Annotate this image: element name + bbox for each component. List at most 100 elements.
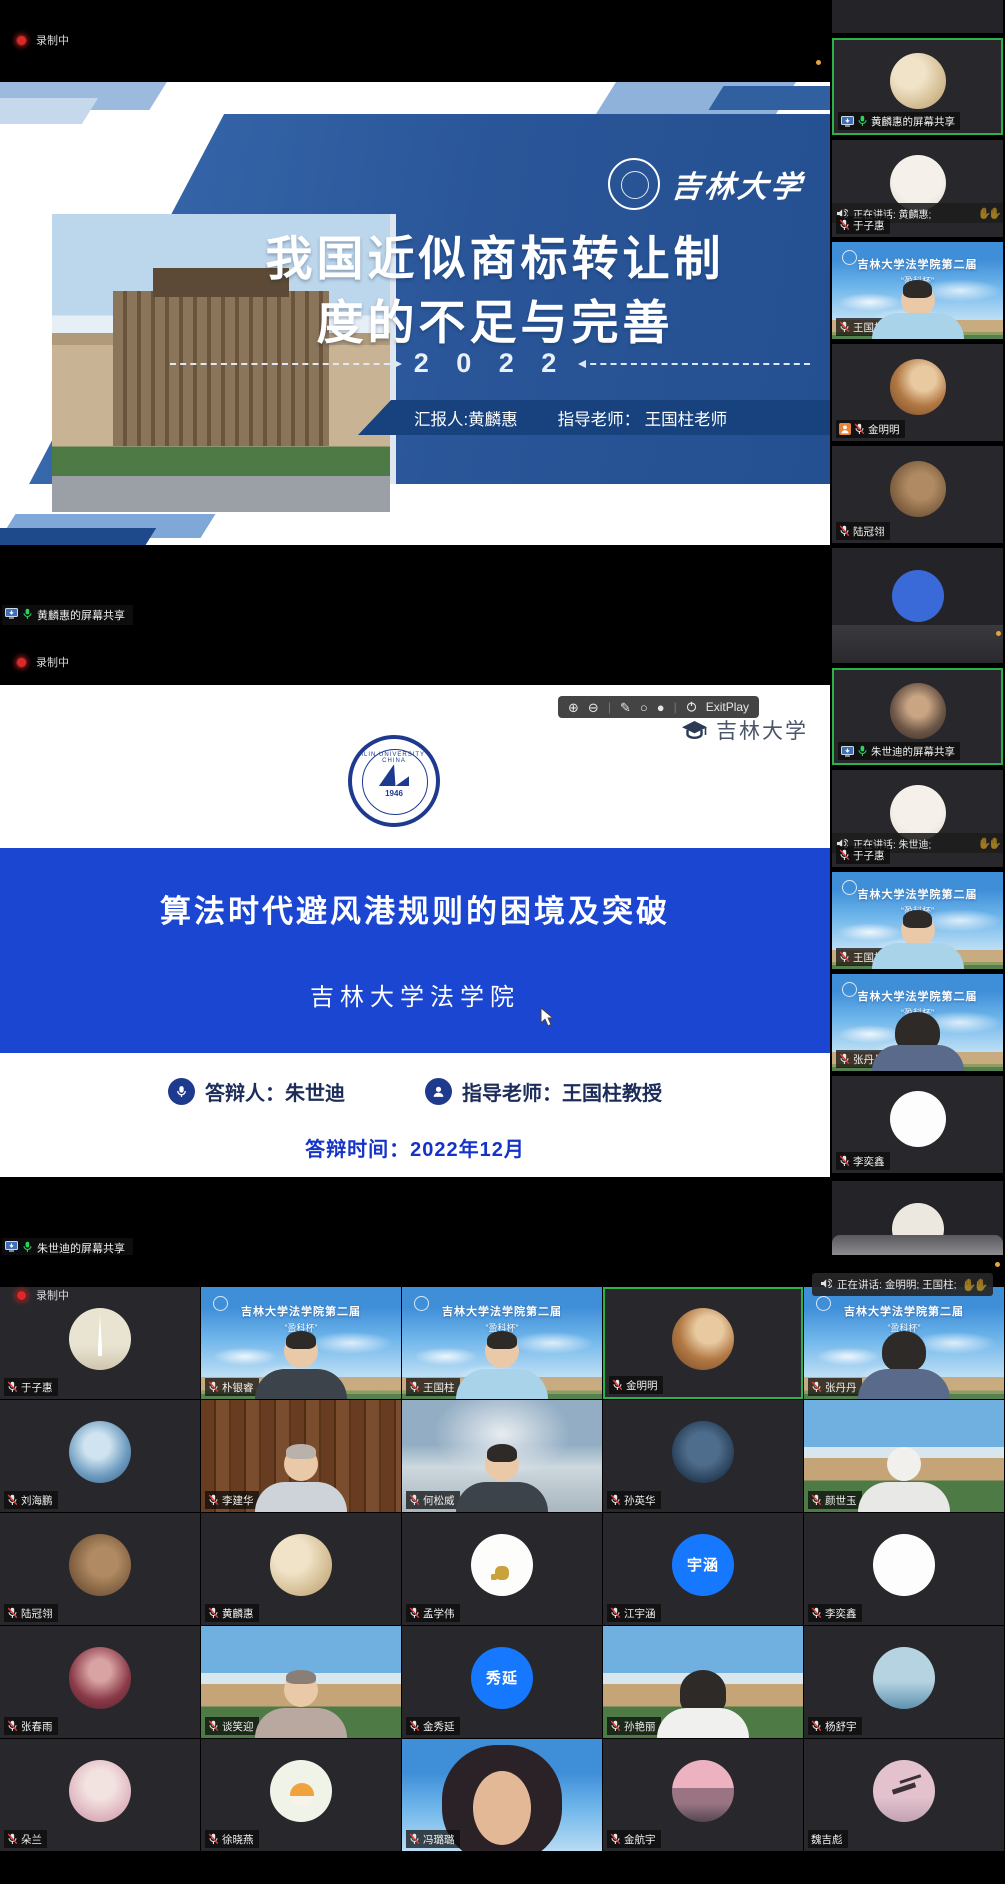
- participant-tile-孙英华[interactable]: 孙英华: [603, 1400, 803, 1512]
- participant-tile-于子惠[interactable]: 正在讲话: 朱世迪;✋✋于子惠: [832, 770, 1003, 867]
- recording-indicator: 录制中: [16, 1287, 69, 1303]
- participant-tile-孟学伟[interactable]: 孟学伟: [402, 1513, 602, 1625]
- mic-muted-icon: [610, 1833, 621, 1845]
- participant-tile-朵兰[interactable]: 朵兰: [0, 1739, 200, 1851]
- participant-tile-陆冠翎[interactable]: 陆冠翎: [0, 1513, 200, 1625]
- speaker-icon: [820, 1278, 832, 1292]
- participant-tile-金明明[interactable]: 金明明: [603, 1287, 803, 1399]
- participant-name-label: 张丹丹: [808, 1378, 862, 1396]
- raised-hands-icon: ✋✋: [978, 207, 999, 220]
- recording-indicator: 录制中: [16, 654, 69, 670]
- person-silhouette: [870, 1015, 966, 1071]
- participant-name: 张春雨: [21, 1719, 53, 1734]
- notification-dot: [995, 1262, 1000, 1267]
- avatar: [890, 53, 946, 109]
- exit-play-button[interactable]: ExitPlay: [706, 700, 749, 714]
- virtual-bg-text: 吉林大学法学院第二届“盈科杯”: [201, 1303, 401, 1334]
- participant-name-label: 孟学伟: [406, 1604, 460, 1622]
- participant-sidebar-1: 黄麟惠的屏幕共享正在讲话: 黄麟惠;✋✋于子惠吉林大学法学院第二届“盈科杯”王国…: [832, 0, 1003, 625]
- participant-name: 金明明: [868, 422, 900, 437]
- defense-time: 答辩时间：2022年12月: [0, 1133, 830, 1162]
- virtual-bg-text: 吉林大学法学院第二届“盈科杯”: [804, 1303, 1004, 1334]
- partial-tile[interactable]: [832, 625, 1003, 663]
- power-icon[interactable]: [686, 701, 697, 714]
- screenshot-section-2: 录制中 吉林大学 JILIN UNIVERSITY · CHINA 1946 ⊕…: [0, 625, 1005, 1255]
- participant-name: 王国柱: [423, 1380, 455, 1395]
- participant-tile-朴银睿[interactable]: 吉林大学法学院第二届“盈科杯” 朴银睿: [201, 1287, 401, 1399]
- mic-active-icon: [22, 1241, 33, 1253]
- avatar: 宇涵: [672, 1534, 734, 1596]
- participant-tile-江宇涵[interactable]: 宇涵江宇涵: [603, 1513, 803, 1625]
- zoom-in-icon[interactable]: ⊕: [568, 701, 579, 714]
- avatar: [270, 1534, 332, 1596]
- avatar: [873, 1534, 935, 1596]
- participant-tile-刘海鹏[interactable]: 刘海鹏: [0, 1400, 200, 1512]
- mic-muted-icon: [839, 219, 850, 231]
- screen-share-icon: [841, 746, 854, 757]
- avatar: [873, 1647, 935, 1709]
- seal-year: 1946: [352, 789, 436, 798]
- participant-tile-于子惠[interactable]: 于子惠: [0, 1287, 200, 1399]
- dot-icon[interactable]: ●: [657, 701, 665, 714]
- participant-tile-张丹丹[interactable]: 吉林大学法学院第二届“盈科杯” 张丹丹: [804, 1287, 1004, 1399]
- mic-muted-icon: [811, 1607, 822, 1619]
- person-circle-icon: [425, 1078, 452, 1105]
- participant-tile-冯璐璐[interactable]: 冯璐璐: [402, 1739, 602, 1851]
- mic-muted-icon: [409, 1833, 420, 1845]
- participant-name: 金明明: [626, 1378, 658, 1393]
- participant-tile-王国柱[interactable]: 吉林大学法学院第二届“盈科杯”王国柱: [402, 1287, 602, 1399]
- participant-tile-张春雨[interactable]: 张春雨: [0, 1626, 200, 1738]
- partial-tile[interactable]: [832, 1181, 1003, 1255]
- pen-icon[interactable]: ✎: [620, 701, 631, 714]
- mic-muted-icon: [610, 1607, 621, 1619]
- participant-tile-杨舒宇[interactable]: 杨舒宇: [804, 1626, 1004, 1738]
- participant-tile-何松威[interactable]: 何松威: [402, 1400, 602, 1512]
- participant-tile-黄麟惠[interactable]: 黄麟惠: [201, 1513, 401, 1625]
- participant-tile-颜世玉[interactable]: 颜世玉: [804, 1400, 1004, 1512]
- participant-tile-魏吉彪[interactable]: 魏吉彪: [804, 1739, 1004, 1851]
- record-dot-icon: [16, 1290, 27, 1301]
- person-silhouette: [870, 913, 966, 969]
- avatar: [69, 1647, 131, 1709]
- participant-name: 黄麟惠的屏幕共享: [871, 114, 955, 129]
- participant-name: 黄麟惠: [222, 1606, 254, 1621]
- screen-share-icon: [841, 116, 854, 127]
- participant-tile-王国柱[interactable]: 吉林大学法学院第二届“盈科杯”王国柱: [832, 242, 1003, 339]
- mic-muted-icon: [839, 1155, 850, 1167]
- shared-slide-2: 吉林大学 JILIN UNIVERSITY · CHINA 1946 ⊕⊖|✎○…: [0, 685, 830, 1177]
- participant-tile-金秀延[interactable]: 秀延金秀延: [402, 1626, 602, 1738]
- participant-tile-金明明[interactable]: 金明明: [832, 344, 1003, 441]
- recording-label: 录制中: [36, 32, 69, 48]
- partial-tile[interactable]: [832, 0, 1003, 33]
- participant-tile-徐晓燕[interactable]: 徐晓燕: [201, 1739, 401, 1851]
- circle-icon[interactable]: ○: [640, 701, 648, 714]
- participant-tile-李奕鑫[interactable]: 李奕鑫: [804, 1513, 1004, 1625]
- participant-tile-金航宇[interactable]: 金航宇: [603, 1739, 803, 1851]
- participant-tile-李建华[interactable]: 李建华: [201, 1400, 401, 1512]
- screen-share-tile-黄麟惠的屏幕共享[interactable]: 黄麟惠的屏幕共享: [832, 38, 1003, 135]
- participant-name: 江宇涵: [624, 1606, 656, 1621]
- participant-tile-李奕鑫[interactable]: 李奕鑫: [832, 1076, 1003, 1173]
- avatar: [890, 1091, 946, 1147]
- participant-name-label: 朴银睿: [205, 1378, 259, 1396]
- participant-name-label: 孙艳丽: [607, 1717, 661, 1735]
- participant-name: 李奕鑫: [825, 1606, 857, 1621]
- avatar: [873, 1760, 935, 1822]
- participant-tile-于子惠[interactable]: 正在讲话: 黄麟惠;✋✋于子惠: [832, 140, 1003, 237]
- participant-name-label: 陆冠翎: [4, 1604, 58, 1622]
- participant-tile-张丹丹[interactable]: 吉林大学法学院第二届“盈科杯”张丹丹: [832, 974, 1003, 1071]
- participant-tile-王国柱[interactable]: 吉林大学法学院第二届“盈科杯”王国柱: [832, 872, 1003, 969]
- avatar: [672, 1760, 734, 1822]
- participant-name: 金秀延: [423, 1719, 455, 1734]
- share-banner-text: 朱世迪的屏幕共享: [37, 1240, 125, 1255]
- zoom-out-icon[interactable]: ⊖: [588, 701, 599, 714]
- partial-tile[interactable]: [832, 548, 1003, 625]
- mic-muted-icon: [208, 1607, 219, 1619]
- participant-tile-陆冠翎[interactable]: 陆冠翎: [832, 446, 1003, 543]
- screenshot-section-3: 录制中 正在讲话: 金明明; 王国柱; ✋✋ 于子惠吉林大学法学院第二届“盈科杯…: [0, 1255, 1005, 1884]
- screen-share-tile-朱世迪的屏幕共享[interactable]: 朱世迪的屏幕共享: [832, 668, 1003, 765]
- participant-tile-谈笑迎[interactable]: 谈笑迎: [201, 1626, 401, 1738]
- participant-tile-孙艳丽[interactable]: 孙艳丽: [603, 1626, 803, 1738]
- mic-muted-icon: [7, 1607, 18, 1619]
- person-silhouette: [454, 1447, 550, 1512]
